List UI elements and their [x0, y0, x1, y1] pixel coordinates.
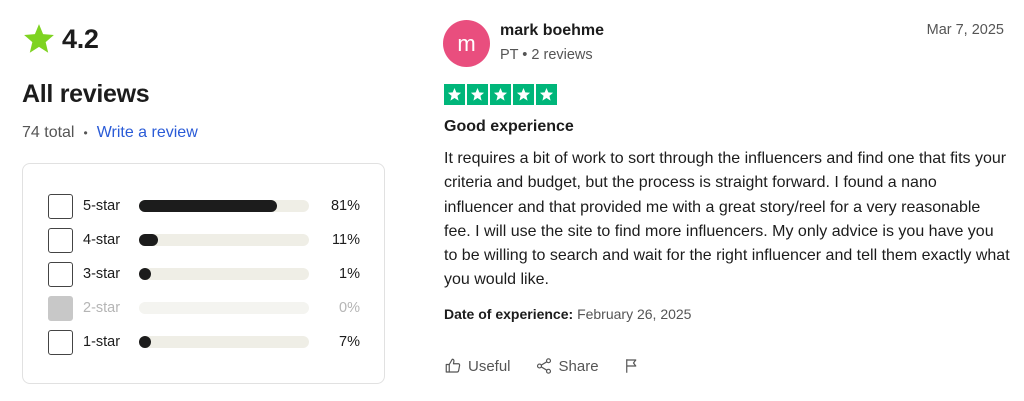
star-icon	[536, 84, 557, 105]
share-label: Share	[558, 357, 599, 375]
distribution-bar	[139, 200, 309, 212]
rating-value: 4.2	[62, 23, 99, 54]
filter-checkbox	[48, 295, 73, 321]
filter-row-3-star[interactable]: 3-star 1%	[48, 261, 360, 287]
total-count: 74 total	[22, 124, 75, 141]
star-icon	[444, 84, 465, 105]
review-date: Mar 7, 2025	[926, 22, 1004, 38]
share-button[interactable]: Share	[535, 357, 599, 375]
filter-checkbox[interactable]	[48, 261, 73, 287]
filter-row-5-star[interactable]: 5-star 81%	[48, 193, 360, 219]
avatar[interactable]: m	[443, 20, 490, 67]
star-filter-panel: 5-star 81% 4-star 11% 3-star 1% 2-star 0…	[22, 163, 385, 384]
review-totals: 74 total • Write a review	[22, 124, 198, 142]
review-actions: Useful Share	[444, 357, 671, 375]
useful-label: Useful	[468, 357, 511, 375]
reviewer-meta: PT • 2 reviews	[500, 47, 593, 63]
experience-date: February 26, 2025	[577, 306, 692, 322]
star-icon	[490, 84, 511, 105]
distribution-fill	[139, 234, 158, 246]
filter-percent: 11%	[332, 232, 360, 248]
filter-row-1-star[interactable]: 1-star 7%	[48, 329, 360, 355]
distribution-fill	[139, 200, 277, 212]
filter-row-2-star: 2-star 0%	[48, 295, 360, 321]
useful-button[interactable]: Useful	[444, 357, 511, 375]
star-icon	[513, 84, 534, 105]
page-title: All reviews	[22, 80, 150, 108]
distribution-bar	[139, 336, 309, 348]
filter-percent: 81%	[330, 198, 360, 214]
distribution-fill	[139, 268, 151, 280]
distribution-fill	[139, 336, 151, 348]
separator: •	[83, 126, 88, 140]
distribution-bar	[139, 234, 309, 246]
review-body: It requires a bit of work to sort throug…	[444, 150, 1010, 289]
filter-checkbox[interactable]	[48, 329, 73, 355]
distribution-bar	[139, 302, 309, 314]
filter-checkbox[interactable]	[48, 227, 73, 253]
filter-percent: 7%	[339, 334, 360, 350]
write-review-link[interactable]: Write a review	[97, 124, 198, 142]
flag-icon	[625, 359, 636, 373]
experience-label: Date of experience:	[444, 306, 574, 322]
filter-percent: 1%	[339, 266, 360, 282]
report-button[interactable]	[623, 357, 647, 375]
filter-checkbox[interactable]	[48, 193, 73, 219]
filter-label: 4-star	[83, 232, 121, 248]
review-star-rating	[444, 84, 559, 105]
date-of-experience: Date of experience: February 26, 2025	[444, 306, 691, 322]
review-title: Good experience	[444, 118, 574, 135]
filter-label: 5-star	[83, 198, 121, 214]
filter-label: 3-star	[83, 266, 121, 282]
star-icon	[467, 84, 488, 105]
thumbs-up-icon	[445, 358, 461, 373]
distribution-bar	[139, 268, 309, 280]
filter-row-4-star[interactable]: 4-star 11%	[48, 227, 360, 253]
reviewer-name[interactable]: mark boehme	[500, 22, 604, 40]
star-icon	[24, 24, 54, 53]
filter-percent: 0%	[339, 300, 360, 316]
filter-label: 2-star	[83, 300, 121, 316]
filter-label: 1-star	[83, 334, 121, 350]
share-icon	[536, 358, 551, 374]
overall-rating: 4.2	[22, 22, 99, 56]
